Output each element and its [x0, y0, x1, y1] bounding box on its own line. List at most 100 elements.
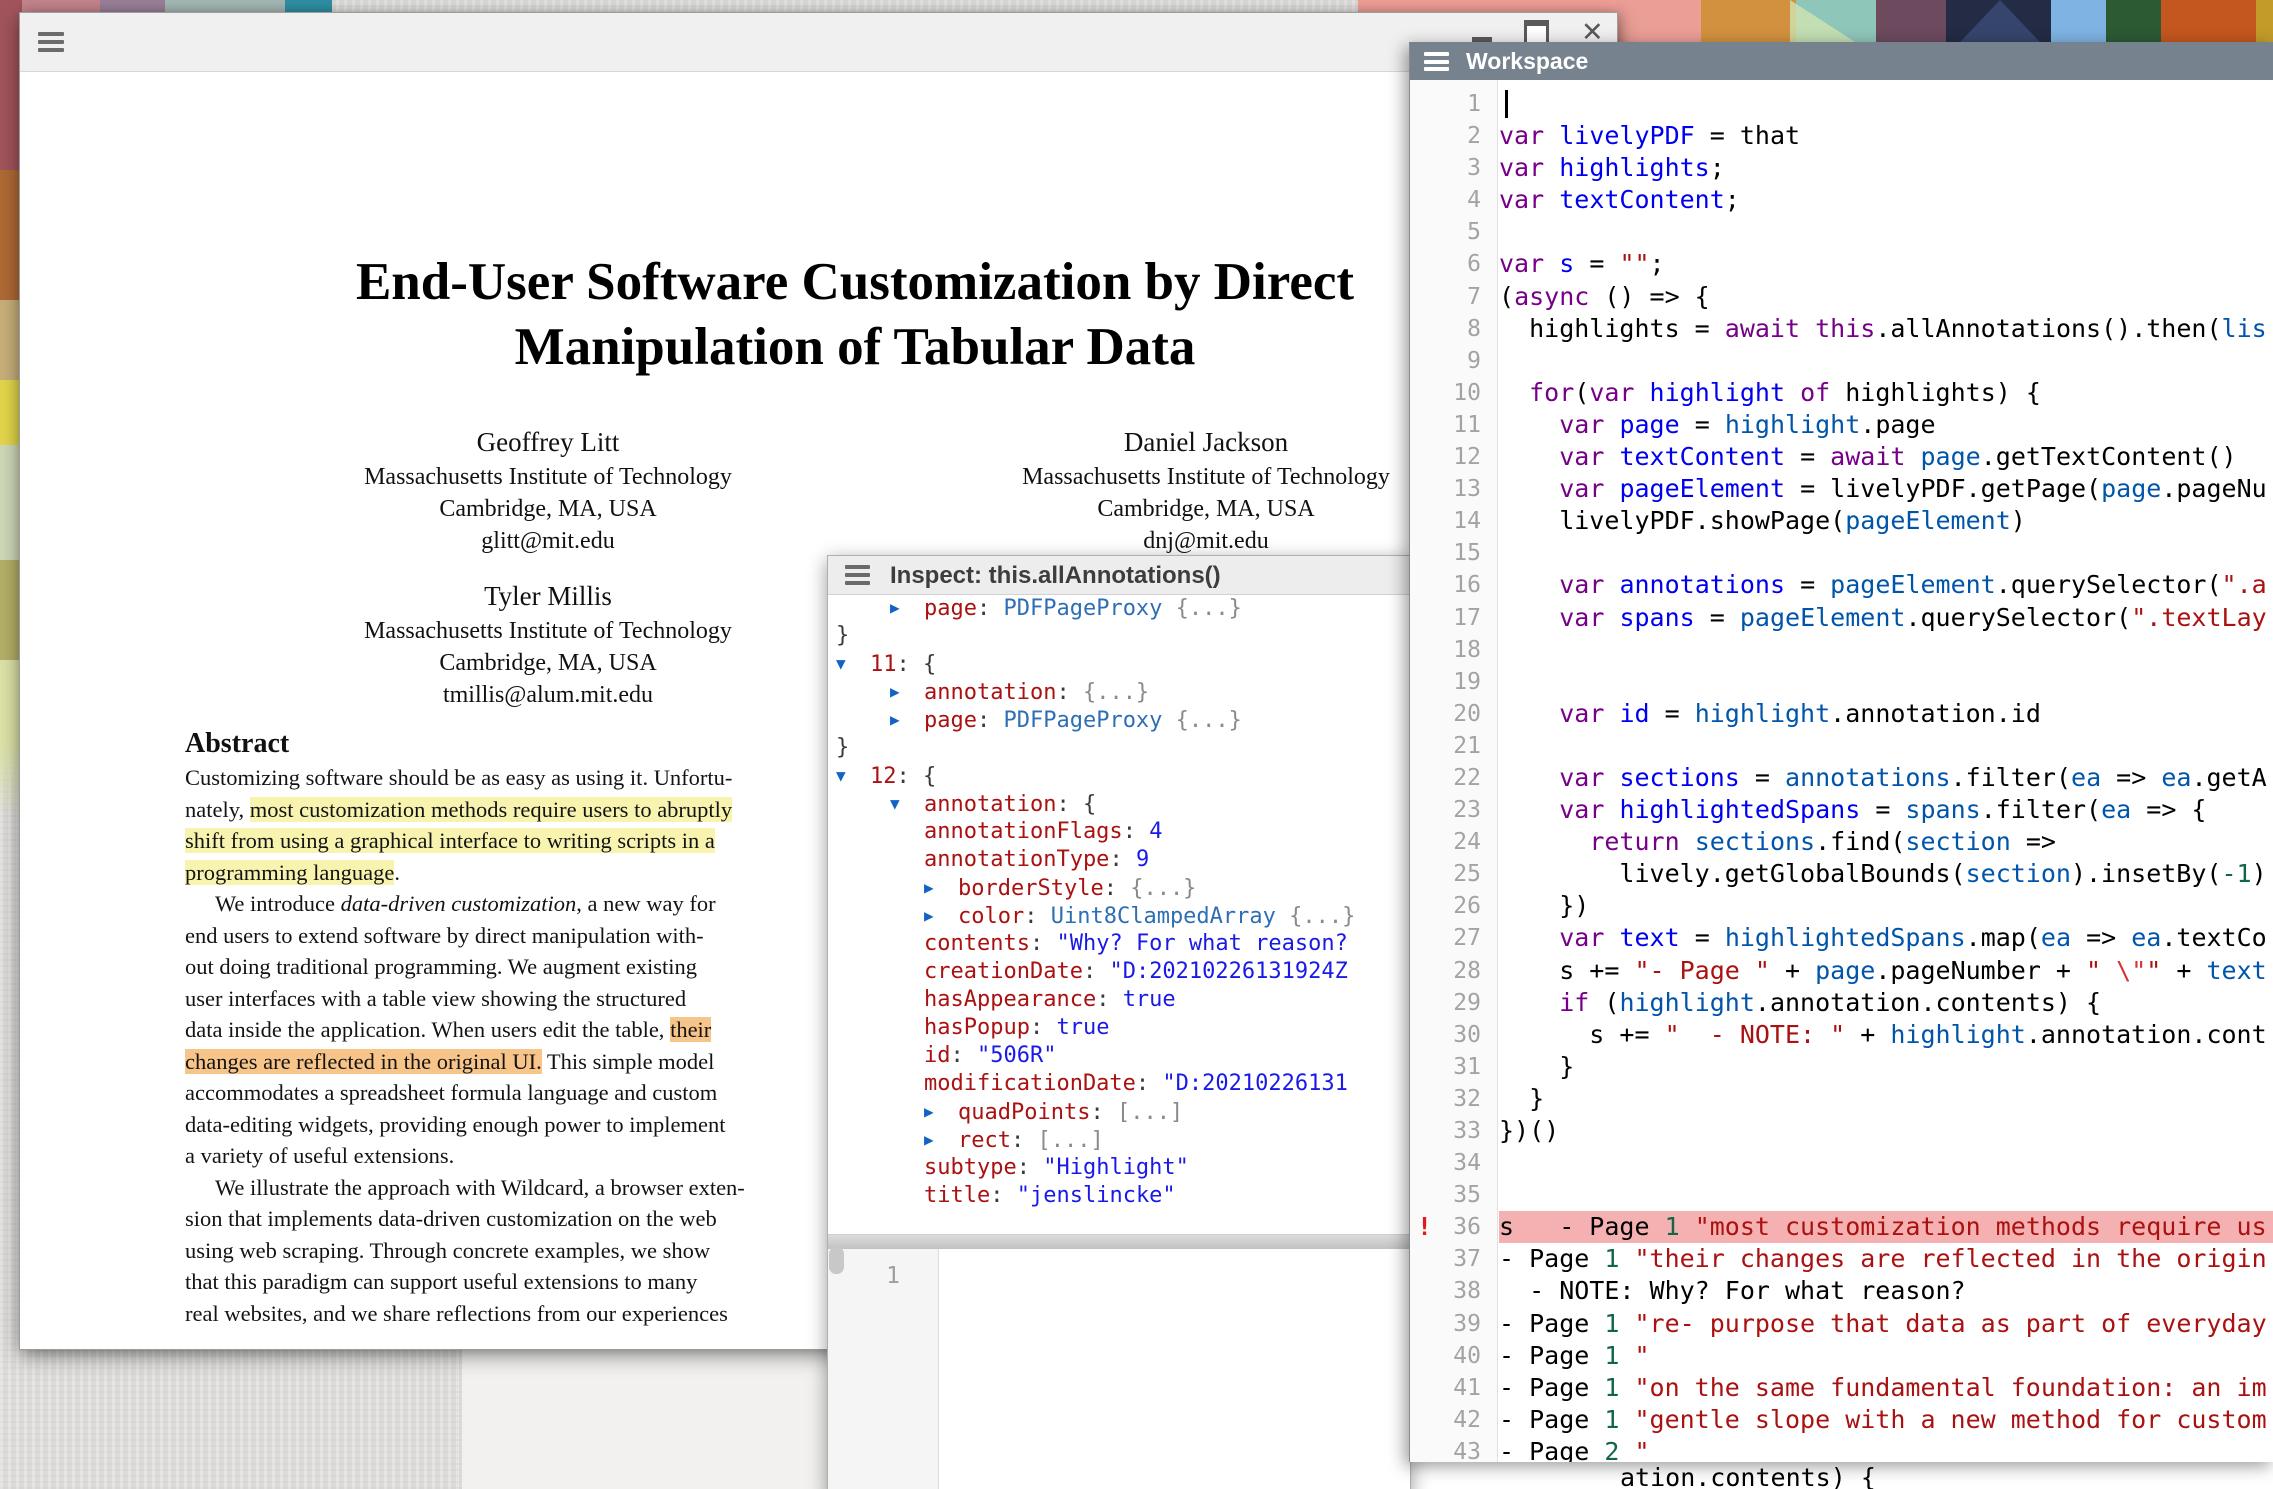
gutter-row: 17	[1410, 602, 1497, 634]
highlight-annotation[interactable]: changes are reflected in the original UI…	[185, 1049, 542, 1074]
code-line[interactable]: var annotations = pageElement.querySelec…	[1499, 569, 2273, 601]
menu-icon[interactable]	[38, 32, 64, 56]
code-line[interactable]: var pageElement = livelyPDF.getPage(page…	[1499, 473, 2273, 505]
code-line[interactable]: - Page 1 "re- purpose that data as part …	[1499, 1308, 2273, 1340]
code-line[interactable]: })	[1499, 890, 2273, 922]
caret-right-icon[interactable]: ▶	[890, 594, 924, 622]
code-line[interactable]: for(var highlight of highlights) {	[1499, 377, 2273, 409]
code-line[interactable]: var textContent = await page.getTextCont…	[1499, 441, 2273, 473]
tree-row[interactable]: title: "jenslincke"	[828, 1182, 1410, 1210]
caret-right-icon[interactable]: ▶	[924, 902, 958, 930]
code-line[interactable]: s += " - NOTE: " + highlight.annotation.…	[1499, 1019, 2273, 1051]
code-line[interactable]: return sections.find(section =>	[1499, 826, 2273, 858]
code-line[interactable]	[1499, 88, 2273, 120]
highlight-annotation[interactable]: shift from using a graphical interface t…	[185, 828, 715, 853]
code-line[interactable]: var id = highlight.annotation.id	[1499, 698, 2273, 730]
caret-right-icon[interactable]: ▶	[924, 1126, 958, 1154]
workspace-editor[interactable]: 1234567891011121314151617181920212223242…	[1410, 80, 2273, 1462]
tree-row[interactable]: ▶color: Uint8ClampedArray {...}	[828, 902, 1410, 930]
tree-row[interactable]: subtype: "Highlight"	[828, 1154, 1410, 1182]
menu-icon[interactable]	[1424, 52, 1449, 75]
code-line[interactable]: var text = highlightedSpans.map(ea => ea…	[1499, 922, 2273, 954]
tree-row[interactable]: ▶quadPoints: [...]	[828, 1098, 1410, 1126]
code-line[interactable]: - Page 1 "their changes are reflected in…	[1499, 1243, 2273, 1275]
tree-row[interactable]: ▶annotation: {...}	[828, 678, 1410, 706]
code-line[interactable]	[1499, 537, 2273, 569]
code-line[interactable]: var highlights;	[1499, 152, 2273, 184]
code-line[interactable]: - NOTE: Why? For what reason?	[1499, 1275, 2273, 1307]
tree-row[interactable]: hasPopup: true	[828, 1014, 1410, 1042]
code-line-error[interactable]: s - Page 1 "most customization methods r…	[1499, 1211, 2273, 1243]
tree-row[interactable]: contents: "Why? For what reason?	[828, 930, 1410, 958]
code-line[interactable]: - Page 1 "gentle slope with a new method…	[1499, 1404, 2273, 1436]
code-line[interactable]: highlights = await this.allAnnotations()…	[1499, 313, 2273, 345]
line-number: 21	[1453, 733, 1497, 759]
code-line[interactable]: var livelyPDF = that	[1499, 120, 2273, 152]
code-line[interactable]	[1499, 634, 2273, 666]
code-line[interactable]: - Page 2 "	[1499, 1436, 2273, 1462]
tree-row[interactable]: ▼annotation: {	[828, 790, 1410, 818]
code-line[interactable]: var highlightedSpans = spans.filter(ea =…	[1499, 794, 2273, 826]
caret-right-icon[interactable]: ▶	[890, 706, 924, 734]
tree-row[interactable]: modificationDate: "D:20210226131	[828, 1070, 1410, 1098]
tree-row[interactable]: }	[828, 734, 1410, 762]
desktop: ation.contents) { ✕ End-User Software Cu…	[0, 0, 2273, 1489]
tree-row[interactable]: ▼12: {	[828, 762, 1410, 790]
pdf-toolbar[interactable]: ✕	[20, 13, 1617, 72]
code-line[interactable]: var page = highlight.page	[1499, 409, 2273, 441]
code-line[interactable]	[1499, 1179, 2273, 1211]
code-line[interactable]: - Page 1 "on the same fundamental founda…	[1499, 1372, 2273, 1404]
line-number: 27	[1453, 925, 1497, 951]
code-line[interactable]	[1499, 345, 2273, 377]
code-line[interactable]: var sections = annotations.filter(ea => …	[1499, 762, 2273, 794]
tree-row[interactable]: id: "506R"	[828, 1042, 1410, 1070]
tree-row[interactable]: ▼11: {	[828, 650, 1410, 678]
code-line[interactable]: lively.getGlobalBounds(section).insetBy(…	[1499, 858, 2273, 890]
line-number: 38	[1453, 1278, 1497, 1304]
code-line[interactable]: livelyPDF.showPage(pageElement)	[1499, 505, 2273, 537]
minimize-icon[interactable]	[1472, 37, 1492, 42]
menu-icon[interactable]	[845, 565, 870, 589]
inspect-code-pane[interactable]: 1	[828, 1249, 1410, 1489]
code-line[interactable]: if (highlight.annotation.contents) {	[1499, 987, 2273, 1019]
caret-down-icon[interactable]: ▼	[836, 762, 870, 790]
caret-right-icon[interactable]: ▶	[924, 1098, 958, 1126]
pane-resizer[interactable]	[828, 1234, 1410, 1250]
abstract-heading: Abstract	[185, 728, 289, 760]
caret-down-icon[interactable]: ▼	[836, 650, 870, 678]
highlight-annotation[interactable]: their	[670, 1017, 711, 1042]
code-line[interactable]: })()	[1499, 1115, 2273, 1147]
code-line[interactable]: var textContent;	[1499, 184, 2273, 216]
highlight-annotation[interactable]: programming language	[185, 860, 394, 885]
tree-row[interactable]: annotationType: 9	[828, 846, 1410, 874]
code-line[interactable]	[1499, 1147, 2273, 1179]
code-line[interactable]: s += "- Page " + page.pageNumber + " \""…	[1499, 955, 2273, 987]
code-line[interactable]: - Page 1 "	[1499, 1340, 2273, 1372]
tree-row[interactable]: ▶page: PDFPageProxy {...}	[828, 594, 1410, 622]
tree-row[interactable]: hasAppearance: true	[828, 986, 1410, 1014]
code-line[interactable]	[1499, 216, 2273, 248]
code-line[interactable]	[1499, 730, 2273, 762]
text-segment: using web scraping. Through concrete exa…	[185, 1238, 710, 1263]
inspect-titlebar[interactable]: Inspect: this.allAnnotations()	[828, 556, 1410, 595]
highlight-annotation[interactable]: most customization methods require users…	[250, 797, 732, 822]
tree-row[interactable]: ▶page: PDFPageProxy {...}	[828, 706, 1410, 734]
tree-row[interactable]: ▶rect: [...]	[828, 1126, 1410, 1154]
scrollbar-thumb[interactable]	[829, 1247, 844, 1274]
tree-row[interactable]: annotationFlags: 4	[828, 818, 1410, 846]
caret-down-icon[interactable]: ▼	[890, 790, 924, 818]
object-tree[interactable]: ▶page: PDFPageProxy {...}}▼11: {▶annotat…	[828, 594, 1410, 1234]
tree-row[interactable]: ▶borderStyle: {...}	[828, 874, 1410, 902]
code-line[interactable]: var s = "";	[1499, 248, 2273, 280]
tree-row[interactable]: creationDate: "D:20210226131924Z	[828, 958, 1410, 986]
workspace-titlebar[interactable]: Workspace	[1410, 42, 2273, 80]
code-line[interactable]: var spans = pageElement.querySelector(".…	[1499, 602, 2273, 634]
workspace-code[interactable]: var livelyPDF = thatvar highlights;var t…	[1499, 80, 2273, 1462]
code-line[interactable]: }	[1499, 1051, 2273, 1083]
tree-row[interactable]: }	[828, 622, 1410, 650]
caret-right-icon[interactable]: ▶	[890, 678, 924, 706]
code-line[interactable]: }	[1499, 1083, 2273, 1115]
caret-right-icon[interactable]: ▶	[924, 874, 958, 902]
code-line[interactable]: (async () => {	[1499, 281, 2273, 313]
code-line[interactable]	[1499, 666, 2273, 698]
